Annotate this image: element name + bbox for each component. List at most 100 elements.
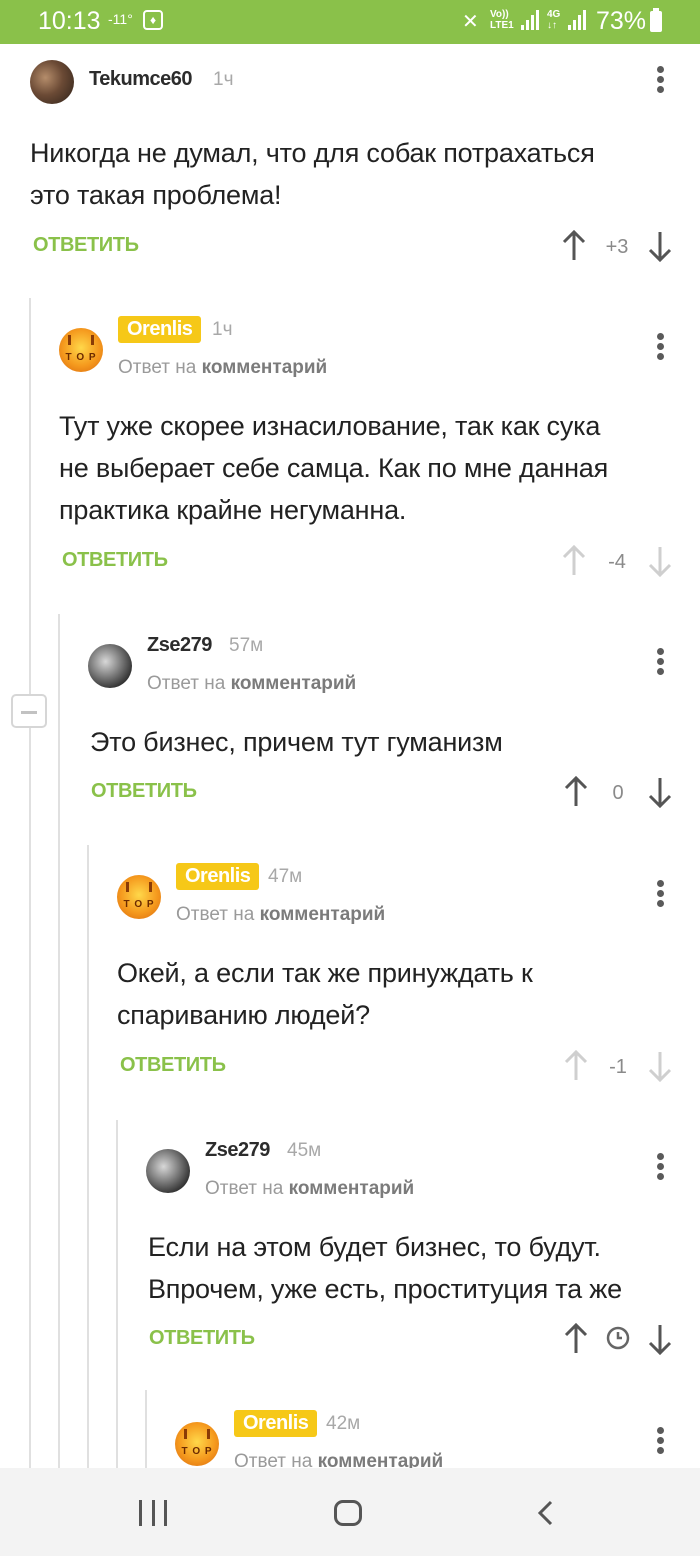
thread-rail <box>29 298 31 1468</box>
comment-text-line: это такая проблема! <box>30 180 282 210</box>
comment-author[interactable]: Zse279 <box>147 634 212 657</box>
comment-author[interactable]: Orenlis <box>176 863 260 890</box>
avatar[interactable] <box>30 60 74 104</box>
avatar[interactable]: T O P <box>175 1422 219 1466</box>
more-vert-icon[interactable] <box>657 333 665 361</box>
signal-icon <box>521 10 539 30</box>
reply-to: Ответ на комментарий <box>147 673 356 695</box>
reply-button[interactable]: ОТВЕТИТЬ <box>33 234 139 257</box>
comment-text-line: Никогда не думал, что для собак потрахат… <box>30 138 595 168</box>
comment: T O P Orenlis 42м Ответ на комментарий <box>175 1409 700 1468</box>
battery-icon <box>650 8 662 32</box>
temperature: -11° <box>108 11 133 27</box>
more-vert-icon[interactable] <box>657 648 665 676</box>
arrow-down-icon[interactable] <box>648 1323 672 1355</box>
comment-text-line: Впрочем, уже есть, проституция та же <box>148 1274 622 1304</box>
comment-text-line: практика крайне негуманна. <box>59 495 407 525</box>
comment-author[interactable]: Tekumce60 <box>89 68 192 91</box>
thread-rail <box>87 845 89 1468</box>
thread-rail <box>116 1120 118 1468</box>
comment-text-line: спариванию людей? <box>117 1000 370 1030</box>
reply-to-link[interactable]: комментарий <box>318 1451 444 1468</box>
comment-text-line: Тут уже скорее изнасилование, так как су… <box>59 411 601 441</box>
arrow-down-icon[interactable] <box>648 545 672 577</box>
clock: 10:13 <box>38 7 101 35</box>
home-icon[interactable] <box>334 1500 362 1526</box>
arrow-up-icon[interactable] <box>564 776 588 808</box>
comment-time: 42м <box>326 1413 361 1434</box>
clock-icon <box>606 1326 630 1350</box>
avatar[interactable]: T O P <box>59 328 103 372</box>
reply-button[interactable]: ОТВЕТИТЬ <box>149 1327 255 1350</box>
reply-to-link[interactable]: комментарий <box>231 673 357 694</box>
recent-apps-icon[interactable] <box>139 1500 167 1526</box>
comment-score: 0 <box>612 782 624 804</box>
comment-score: -1 <box>609 1056 627 1078</box>
comment-text-line: Окей, а если так же принуждать к <box>117 958 533 988</box>
reply-to-prefix: Ответ на <box>147 673 226 694</box>
reply-to-prefix: Ответ на <box>118 357 197 378</box>
comment-time: 57м <box>229 635 264 656</box>
status-bar: 10:13 -11° ♦ ✕ Vo)) LTE1 4G ↓↑ 73% <box>0 0 700 44</box>
data-indicator: 4G ↓↑ <box>547 9 560 31</box>
comment-text: Это бизнес, причем тут гуманизм <box>90 721 503 763</box>
reply-to-prefix: Ответ на <box>205 1178 284 1199</box>
comment-time: 47м <box>268 866 303 887</box>
comment-text-line: Это бизнес, причем тут гуманизм <box>90 727 503 757</box>
more-vert-icon[interactable] <box>657 66 665 94</box>
data-type-label: 4G <box>547 9 561 20</box>
avatar-text: T O P <box>65 352 97 363</box>
comment: Zse279 45м Ответ на комментарий Если на … <box>146 1137 700 1367</box>
system-nav-bar <box>0 1468 700 1556</box>
comment: T O P Orenlis 1ч Ответ на комментарий Ту… <box>59 315 700 585</box>
arrow-up-icon[interactable] <box>564 1050 588 1082</box>
reply-to-prefix: Ответ на <box>176 904 255 925</box>
reply-to-link[interactable]: комментарий <box>289 1178 415 1199</box>
comment-text-line: не выберает себе самца. Как по мне данна… <box>59 453 609 483</box>
comment-text: Если на этом будет бизнес, то будут. Впр… <box>148 1226 622 1310</box>
reply-button[interactable]: ОТВЕТИТЬ <box>120 1054 226 1077</box>
reply-to: Ответ на комментарий <box>176 904 385 926</box>
reply-to-link[interactable]: комментарий <box>202 357 328 378</box>
avatar-text: T O P <box>181 1446 213 1457</box>
back-icon[interactable] <box>536 1500 554 1526</box>
more-vert-icon[interactable] <box>657 1427 665 1455</box>
arrow-down-icon[interactable] <box>648 776 672 808</box>
comment-time: 1ч <box>212 319 233 340</box>
reply-to-prefix: Ответ на <box>234 1451 313 1468</box>
thread-rail <box>58 614 60 1468</box>
avatar[interactable] <box>146 1149 190 1193</box>
mute-icon: ✕ <box>462 11 479 33</box>
arrow-up-icon[interactable] <box>562 230 586 262</box>
reply-button[interactable]: ОТВЕТИТЬ <box>62 549 168 572</box>
more-vert-icon[interactable] <box>657 880 665 908</box>
reply-button[interactable]: ОТВЕТИТЬ <box>91 780 197 803</box>
more-vert-icon[interactable] <box>657 1153 665 1181</box>
comment-author[interactable]: Orenlis <box>234 1410 318 1437</box>
reply-to: Ответ на комментарий <box>118 357 327 379</box>
thread-rail <box>145 1390 147 1468</box>
comment-author[interactable]: Orenlis <box>118 316 202 343</box>
volte-label: Vo)) <box>490 9 509 20</box>
comment-text: Окей, а если так же принуждать к спарива… <box>117 952 533 1036</box>
lte-label: LTE1 <box>490 20 514 31</box>
arrow-down-icon[interactable] <box>648 230 672 262</box>
avatar-text: T O P <box>123 899 155 910</box>
comment: T O P Orenlis 47м Ответ на комментарий О… <box>117 862 700 1092</box>
battery-percent: 73% <box>596 7 647 35</box>
comment-author[interactable]: Zse279 <box>205 1139 270 1162</box>
arrow-down-icon[interactable] <box>648 1050 672 1082</box>
reply-to-link[interactable]: комментарий <box>260 904 386 925</box>
avatar[interactable] <box>88 644 132 688</box>
comment-score: -4 <box>608 551 626 573</box>
signal-icon-2 <box>568 10 586 30</box>
comment-time: 45м <box>287 1140 322 1161</box>
reply-to: Ответ на комментарий <box>234 1451 443 1468</box>
reply-to: Ответ на комментарий <box>205 1178 414 1200</box>
arrow-up-icon[interactable] <box>562 545 586 577</box>
avatar[interactable]: T O P <box>117 875 161 919</box>
arrow-up-icon[interactable] <box>564 1323 588 1355</box>
comment-score: +3 <box>605 236 629 258</box>
comment: Zse279 57м Ответ на комментарий Это бизн… <box>88 632 700 822</box>
collapse-thread-button[interactable] <box>11 694 47 728</box>
